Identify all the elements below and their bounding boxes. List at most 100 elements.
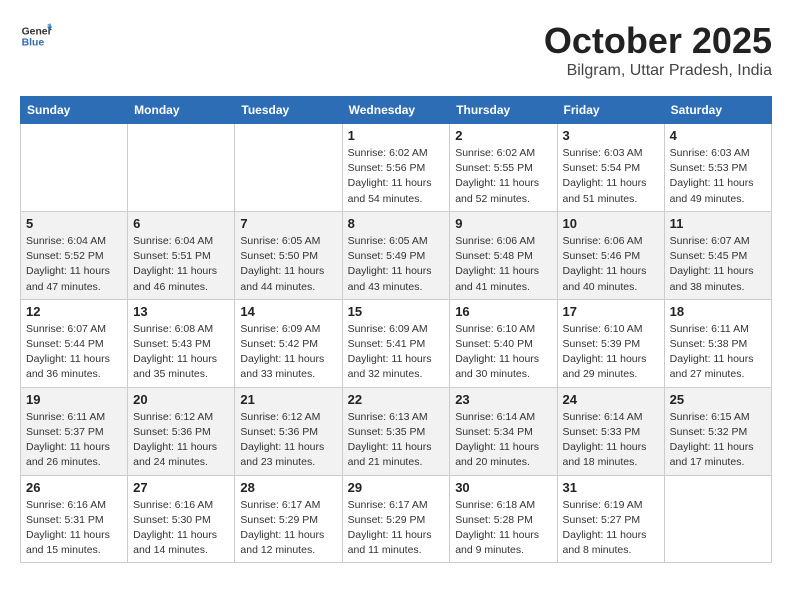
week-row-5: 26 Sunrise: 6:16 AMSunset: 5:31 PMDayligh… [21,475,772,563]
day-info: Sunrise: 6:07 AMSunset: 5:45 PMDaylight:… [670,234,766,295]
day-number: 24 [563,392,659,407]
calendar-cell: 10 Sunrise: 6:06 AMSunset: 5:46 PMDayligh… [557,211,664,299]
calendar-cell: 4 Sunrise: 6:03 AMSunset: 5:53 PMDaylight… [664,124,771,212]
weekday-header-friday: Friday [557,97,664,124]
calendar-cell [128,124,235,212]
svg-text:General: General [22,26,52,37]
calendar-cell: 16 Sunrise: 6:10 AMSunset: 5:40 PMDayligh… [450,299,557,387]
day-number: 21 [240,392,336,407]
day-number: 17 [563,304,659,319]
week-row-1: 1 Sunrise: 6:02 AMSunset: 5:56 PMDaylight… [21,124,772,212]
calendar-cell: 1 Sunrise: 6:02 AMSunset: 5:56 PMDaylight… [342,124,450,212]
day-info: Sunrise: 6:17 AMSunset: 5:29 PMDaylight:… [240,498,336,559]
calendar-cell: 6 Sunrise: 6:04 AMSunset: 5:51 PMDaylight… [128,211,235,299]
calendar-cell: 22 Sunrise: 6:13 AMSunset: 5:35 PMDayligh… [342,387,450,475]
svg-text:Blue: Blue [22,38,45,49]
day-number: 22 [348,392,445,407]
day-info: Sunrise: 6:04 AMSunset: 5:52 PMDaylight:… [26,234,122,295]
calendar-cell: 30 Sunrise: 6:18 AMSunset: 5:28 PMDayligh… [450,475,557,563]
weekday-header-sunday: Sunday [21,97,128,124]
calendar-cell: 8 Sunrise: 6:05 AMSunset: 5:49 PMDaylight… [342,211,450,299]
day-info: Sunrise: 6:08 AMSunset: 5:43 PMDaylight:… [133,322,229,383]
day-info: Sunrise: 6:16 AMSunset: 5:31 PMDaylight:… [26,498,122,559]
day-info: Sunrise: 6:04 AMSunset: 5:51 PMDaylight:… [133,234,229,295]
day-info: Sunrise: 6:09 AMSunset: 5:41 PMDaylight:… [348,322,445,383]
calendar-cell: 17Sunrise: 6:10 AMSunset: 5:39 PMDayligh… [557,299,664,387]
calendar-table: SundayMondayTuesdayWednesdayThursdayFrid… [20,96,772,563]
week-row-2: 5Sunrise: 6:04 AMSunset: 5:52 PMDaylight… [21,211,772,299]
day-number: 10 [563,216,659,231]
calendar-cell: 31 Sunrise: 6:19 AMSunset: 5:27 PMDayligh… [557,475,664,563]
day-number: 13 [133,304,229,319]
day-info: Sunrise: 6:13 AMSunset: 5:35 PMDaylight:… [348,410,445,471]
weekday-header-monday: Monday [128,97,235,124]
day-number: 29 [348,480,445,495]
day-number: 28 [240,480,336,495]
weekday-header-row: SundayMondayTuesdayWednesdayThursdayFrid… [21,97,772,124]
day-info: Sunrise: 6:02 AMSunset: 5:56 PMDaylight:… [348,146,445,207]
calendar-cell: 12Sunrise: 6:07 AMSunset: 5:44 PMDayligh… [21,299,128,387]
calendar-cell [664,475,771,563]
day-number: 9 [455,216,551,231]
weekday-header-saturday: Saturday [664,97,771,124]
day-number: 14 [240,304,336,319]
day-info: Sunrise: 6:16 AMSunset: 5:30 PMDaylight:… [133,498,229,559]
calendar-cell: 25 Sunrise: 6:15 AMSunset: 5:32 PMDayligh… [664,387,771,475]
calendar-cell: 14Sunrise: 6:09 AMSunset: 5:42 PMDayligh… [235,299,342,387]
day-info: Sunrise: 6:07 AMSunset: 5:44 PMDaylight:… [26,322,122,383]
day-number: 23 [455,392,551,407]
title-block: October 2025 Bilgram, Uttar Pradesh, Ind… [544,20,772,80]
calendar-cell: 27 Sunrise: 6:16 AMSunset: 5:30 PMDayligh… [128,475,235,563]
day-number: 26 [26,480,122,495]
day-info: Sunrise: 6:06 AMSunset: 5:48 PMDaylight:… [455,234,551,295]
day-info: Sunrise: 6:19 AMSunset: 5:27 PMDaylight:… [563,498,659,559]
day-info: Sunrise: 6:03 AMSunset: 5:53 PMDaylight:… [670,146,766,207]
day-number: 18 [670,304,766,319]
day-info: Sunrise: 6:05 AMSunset: 5:50 PMDaylight:… [240,234,336,295]
day-info: Sunrise: 6:12 AMSunset: 5:36 PMDaylight:… [240,410,336,471]
calendar-cell: 7 Sunrise: 6:05 AMSunset: 5:50 PMDaylight… [235,211,342,299]
day-number: 27 [133,480,229,495]
calendar-cell: 26 Sunrise: 6:16 AMSunset: 5:31 PMDayligh… [21,475,128,563]
day-number: 2 [455,128,551,143]
calendar-cell: 2 Sunrise: 6:02 AMSunset: 5:55 PMDaylight… [450,124,557,212]
calendar-cell: 23 Sunrise: 6:14 AMSunset: 5:34 PMDayligh… [450,387,557,475]
week-row-4: 19 Sunrise: 6:11 AMSunset: 5:37 PMDayligh… [21,387,772,475]
calendar-cell [235,124,342,212]
day-number: 8 [348,216,445,231]
day-info: Sunrise: 6:10 AMSunset: 5:40 PMDaylight:… [455,322,551,383]
day-info: Sunrise: 6:05 AMSunset: 5:49 PMDaylight:… [348,234,445,295]
day-info: Sunrise: 6:12 AMSunset: 5:36 PMDaylight:… [133,410,229,471]
day-number: 1 [348,128,445,143]
month-year-title: October 2025 [544,20,772,62]
calendar-cell: 28 Sunrise: 6:17 AMSunset: 5:29 PMDayligh… [235,475,342,563]
calendar-cell: 20 Sunrise: 6:12 AMSunset: 5:36 PMDayligh… [128,387,235,475]
day-number: 31 [563,480,659,495]
day-number: 20 [133,392,229,407]
calendar-cell: 11 Sunrise: 6:07 AMSunset: 5:45 PMDayligh… [664,211,771,299]
calendar-cell: 15Sunrise: 6:09 AMSunset: 5:41 PMDayligh… [342,299,450,387]
day-info: Sunrise: 6:06 AMSunset: 5:46 PMDaylight:… [563,234,659,295]
day-number: 16 [455,304,551,319]
calendar-cell: 21 Sunrise: 6:12 AMSunset: 5:36 PMDayligh… [235,387,342,475]
day-number: 7 [240,216,336,231]
day-number: 30 [455,480,551,495]
weekday-header-thursday: Thursday [450,97,557,124]
day-info: Sunrise: 6:18 AMSunset: 5:28 PMDaylight:… [455,498,551,559]
calendar-cell: 19 Sunrise: 6:11 AMSunset: 5:37 PMDayligh… [21,387,128,475]
week-row-3: 12Sunrise: 6:07 AMSunset: 5:44 PMDayligh… [21,299,772,387]
day-number: 19 [26,392,122,407]
day-info: Sunrise: 6:14 AMSunset: 5:34 PMDaylight:… [455,410,551,471]
day-number: 6 [133,216,229,231]
day-number: 4 [670,128,766,143]
day-info: Sunrise: 6:02 AMSunset: 5:55 PMDaylight:… [455,146,551,207]
day-number: 11 [670,216,766,231]
weekday-header-tuesday: Tuesday [235,97,342,124]
day-info: Sunrise: 6:03 AMSunset: 5:54 PMDaylight:… [563,146,659,207]
day-info: Sunrise: 6:15 AMSunset: 5:32 PMDaylight:… [670,410,766,471]
day-info: Sunrise: 6:11 AMSunset: 5:37 PMDaylight:… [26,410,122,471]
day-info: Sunrise: 6:14 AMSunset: 5:33 PMDaylight:… [563,410,659,471]
calendar-cell: 29Sunrise: 6:17 AMSunset: 5:29 PMDayligh… [342,475,450,563]
day-number: 25 [670,392,766,407]
weekday-header-wednesday: Wednesday [342,97,450,124]
